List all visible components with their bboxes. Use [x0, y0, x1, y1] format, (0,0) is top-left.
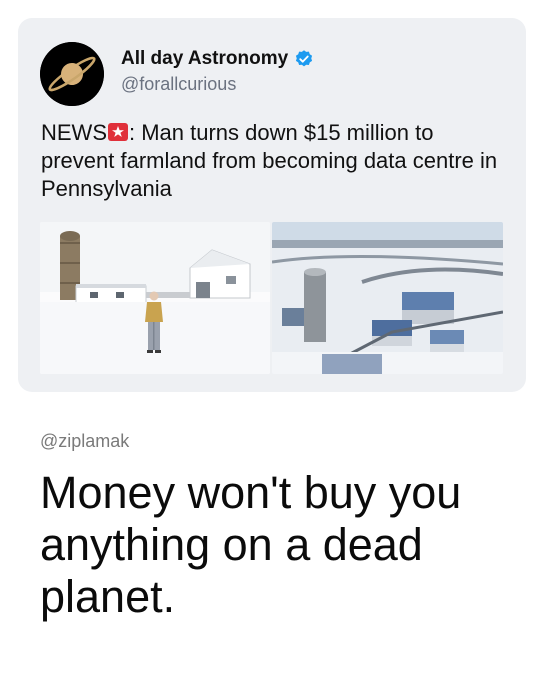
author-row: All day Astronomy — [121, 48, 314, 70]
reply-text: Money won't buy you anything on a dead p… — [40, 467, 462, 622]
police-siren-icon — [108, 123, 128, 141]
author-handle[interactable]: @forallcurious — [121, 74, 236, 95]
reply-handle: @ziplamak — [40, 431, 130, 451]
saturn-logo-icon — [40, 42, 104, 106]
farm-photo-man-in-snow[interactable] — [40, 222, 270, 374]
avatar[interactable] — [40, 42, 104, 106]
tweet-text: NEWS : Man turns down $15 million to pre… — [41, 119, 511, 203]
verified-badge-icon — [296, 50, 313, 67]
headline-prefix: NEWS — [41, 120, 107, 145]
tweet-card[interactable]: All day Astronomy @forallcurious NEWS : … — [18, 18, 526, 392]
aerial-farm-photo-snow[interactable] — [272, 222, 503, 374]
author-name[interactable]: All day Astronomy — [121, 48, 288, 70]
